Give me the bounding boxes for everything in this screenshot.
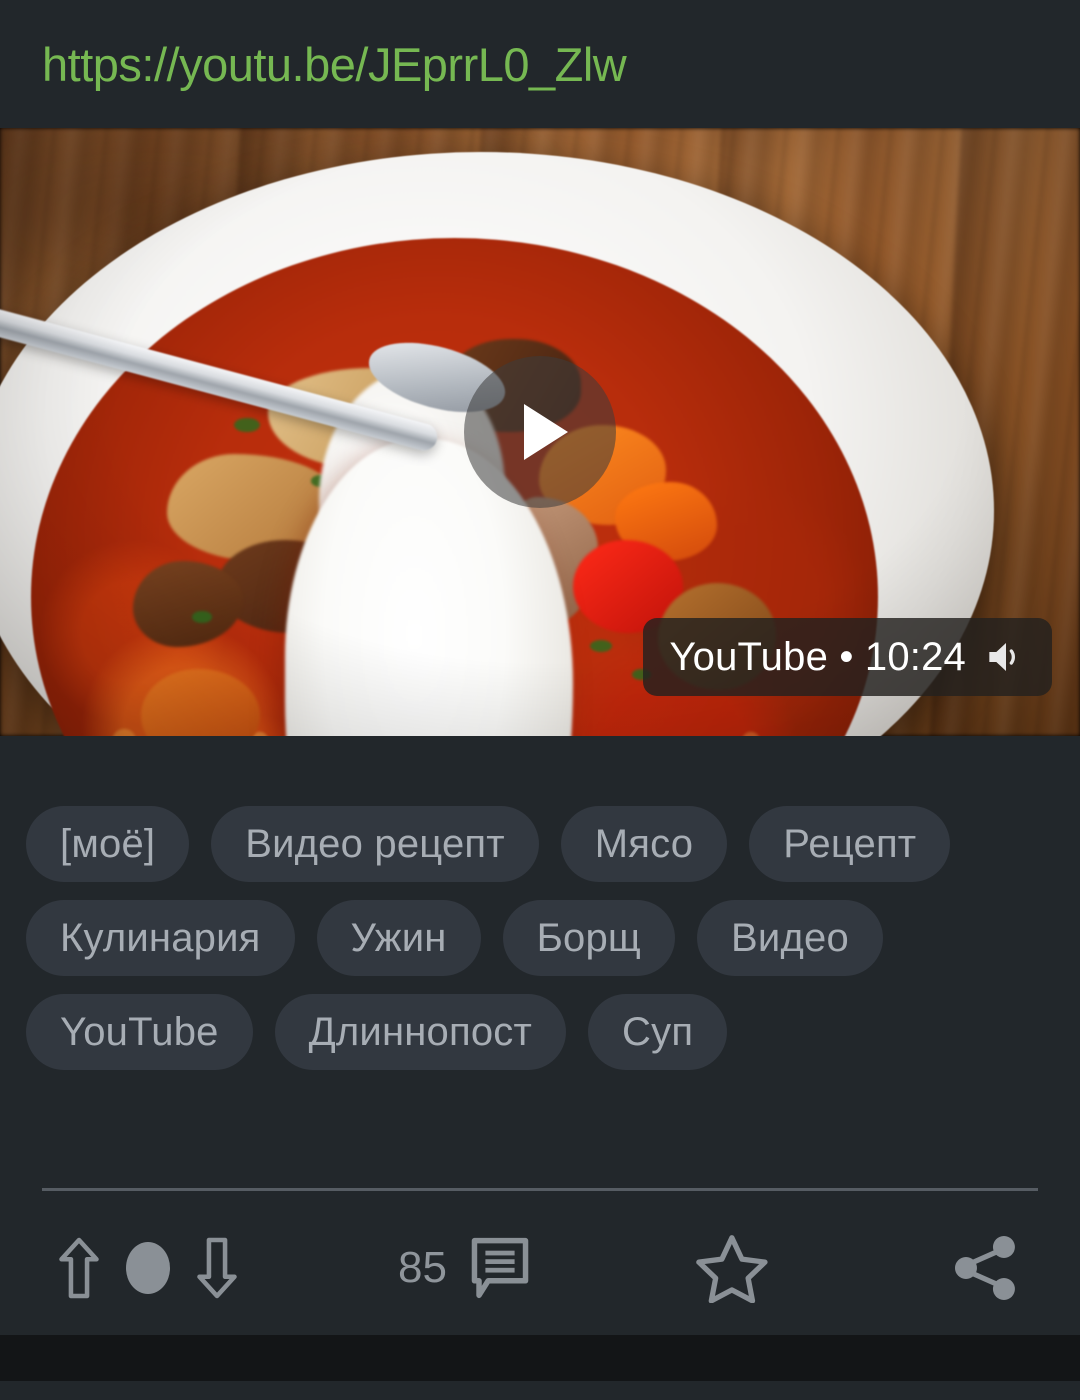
tag-item[interactable]: Ужин	[316, 900, 481, 976]
tag-item[interactable]: [моё]	[26, 806, 190, 882]
tag-item[interactable]: Мясо	[560, 806, 728, 882]
badge-separator: •	[839, 634, 854, 679]
tag-item[interactable]: Борщ	[502, 900, 676, 976]
comment-count: 85	[398, 1242, 447, 1292]
tag-list: [моё] Видео рецепт Мясо Рецепт Кулинария…	[0, 806, 1080, 1070]
play-icon	[524, 404, 568, 460]
volume-icon[interactable]	[986, 640, 1026, 674]
comment-icon[interactable]	[469, 1234, 531, 1302]
video-preview[interactable]: YouTube • 10:24	[0, 128, 1080, 736]
post-url-row: https://youtu.be/JEprrL0_Zlw	[0, 0, 1080, 128]
arrow-down-icon[interactable]	[196, 1236, 238, 1300]
tag-item[interactable]: Рецепт	[749, 806, 951, 882]
post-action-bar: 85	[0, 1200, 1080, 1335]
tag-item[interactable]: Суп	[588, 994, 728, 1070]
tag-item[interactable]: Видео рецепт	[211, 806, 539, 882]
tag-item[interactable]: Кулинария	[26, 900, 295, 976]
vote-group	[58, 1236, 238, 1300]
post-url-link[interactable]: https://youtu.be/JEprrL0_Zlw	[42, 37, 627, 92]
next-post-card	[0, 1381, 1080, 1400]
tag-item[interactable]: YouTube	[26, 994, 253, 1070]
tag-item[interactable]: Видео	[697, 900, 883, 976]
arrow-up-icon[interactable]	[58, 1236, 100, 1300]
video-source-label: YouTube • 10:24	[669, 635, 966, 680]
rating-dot-icon[interactable]	[126, 1241, 170, 1294]
comments-group[interactable]: 85	[398, 1234, 531, 1302]
divider	[42, 1188, 1038, 1191]
video-duration: 10:24	[864, 634, 966, 679]
share-icon[interactable]	[952, 1233, 1020, 1303]
video-source-badge[interactable]: YouTube • 10:24	[643, 618, 1052, 696]
play-button[interactable]	[464, 356, 616, 508]
tag-item[interactable]: Длиннопост	[274, 994, 567, 1070]
post-card: https://youtu.be/JEprrL0_Zlw YouTube • 1…	[0, 0, 1080, 1335]
star-icon[interactable]	[696, 1233, 768, 1303]
card-separator	[0, 1335, 1080, 1381]
video-source-name: YouTube	[669, 634, 829, 679]
post-screen: https://youtu.be/JEprrL0_Zlw YouTube • 1…	[0, 0, 1080, 1400]
